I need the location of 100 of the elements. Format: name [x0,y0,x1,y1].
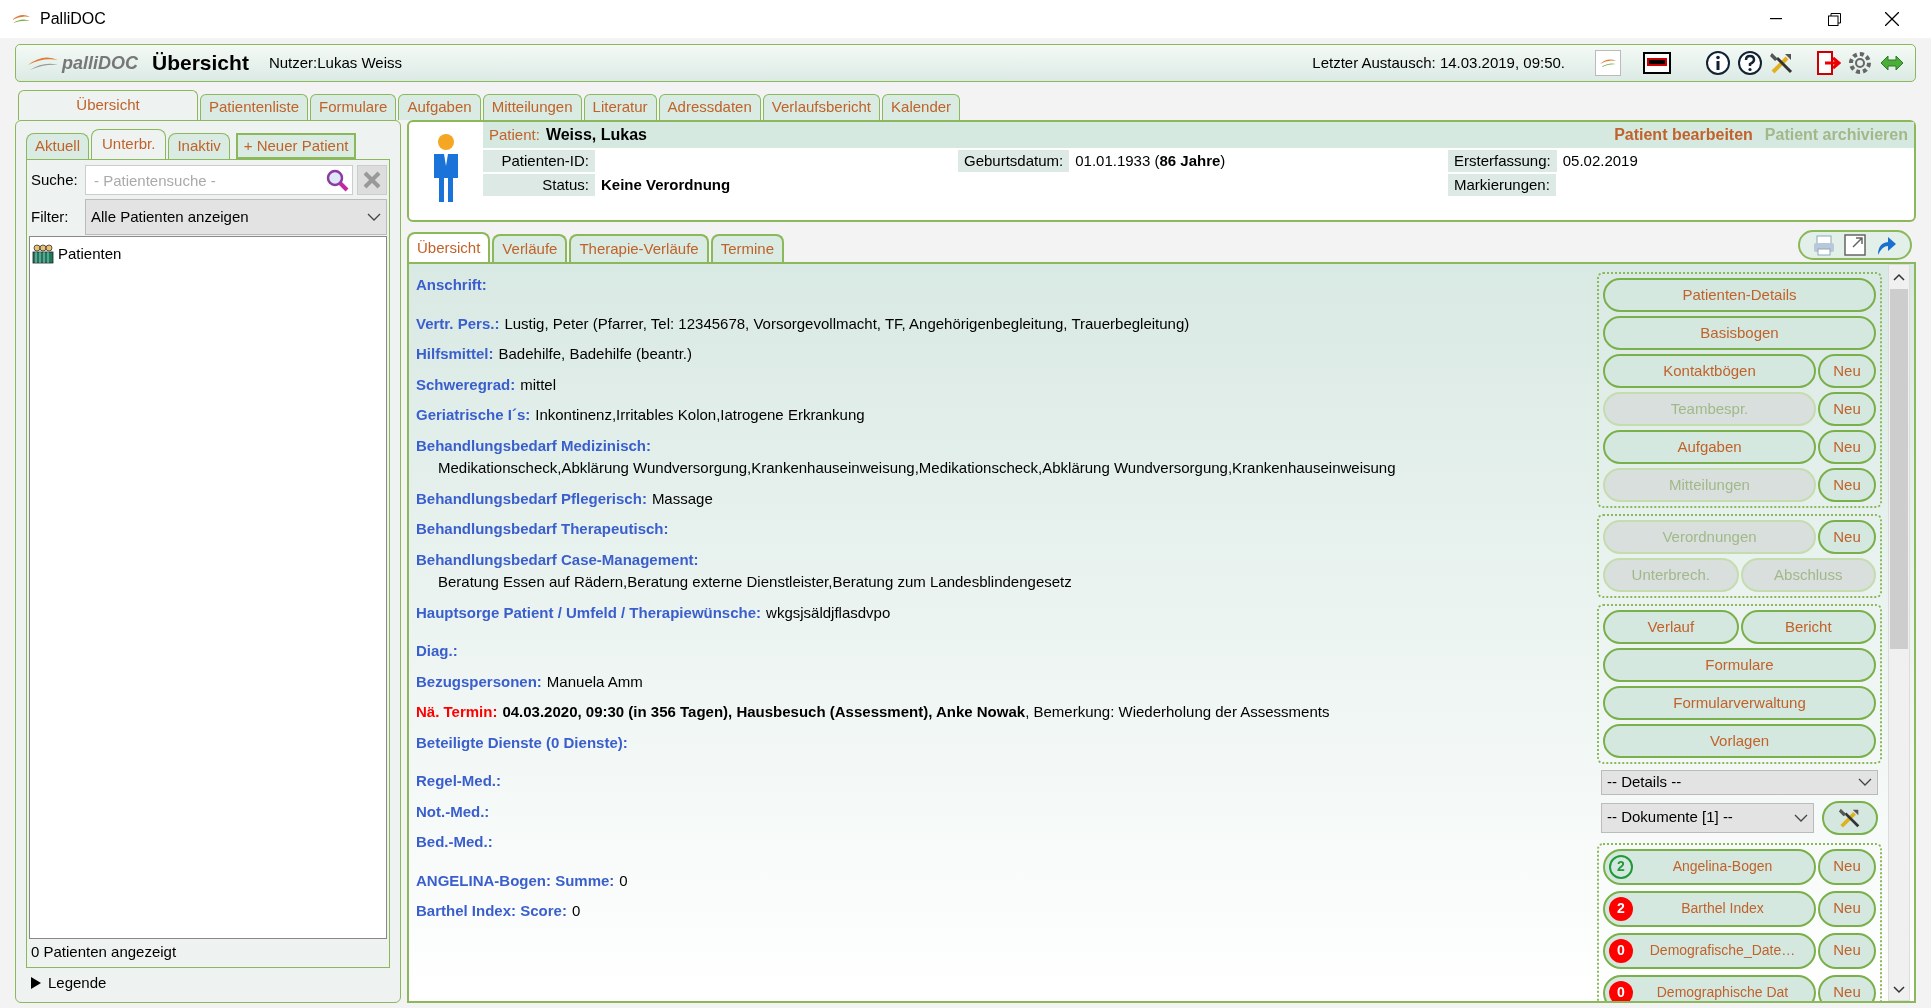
count-badge: 2 [1609,896,1633,921]
search-icon[interactable] [325,168,349,192]
field-value: Beratung Essen auf Rädern,Beratung externe Dienstleister,Beratung zum Landesblindengesetz [437,572,1073,592]
field-label: Nä. Termin: [416,702,498,722]
logout-icon[interactable] [1815,50,1841,76]
info-icon[interactable] [1705,50,1731,76]
patient-filter-tab[interactable]: Unterbr. [91,129,167,159]
filter-dropdown[interactable]: Alle Patienten anzeigen [85,199,387,235]
close-icon [1885,12,1899,26]
action-button[interactable]: Formularverwaltung [1603,686,1876,720]
field-label: Hauptsorge Patient / Umfeld / Therapiewünsche: [416,602,762,623]
patient-action-link[interactable]: Patient bearbeiten [1614,123,1753,147]
minimize-icon [1770,18,1782,20]
help-icon[interactable] [1737,50,1763,76]
count-badge: 0 [1609,938,1633,963]
field-value: Inkontinenz,Irritables Kolon,Iatrogene Erkrankung [535,405,865,425]
form-button[interactable]: 2 Barthel Index [1603,890,1816,927]
documents-dropdown[interactable]: -- Dokumente [1] -- [1601,802,1814,833]
field-value: Lustig, Peter (Pfarrer, Tel: 12345678, Vorsorgevollmacht, TF, Angehörigenbegleitung, Trauerbegleitung) [504,313,1190,334]
main-tab[interactable]: Literatur [583,94,657,120]
expand-icon[interactable] [1844,234,1866,256]
legend-toggle[interactable]: Legende [26,968,390,998]
patient-filter-tab[interactable]: Aktuell [26,133,90,159]
field-label: Schweregrad: [416,374,516,395]
field-label: ANGELINA-Bogen: Summe: [416,870,615,891]
field-label: Bed.-Med.: [416,832,493,852]
chevron-down-icon [1794,813,1808,822]
field-label: Markierungen: [1448,174,1556,196]
new-button[interactable]: Neu [1818,890,1876,927]
field-label: Geriatrische I´s: [416,405,531,425]
tools-button[interactable] [1822,800,1878,835]
field-label: Status: [483,174,595,196]
field-label: Ersterfassung: [1448,150,1557,172]
field-value: Manuela Amm [546,671,643,692]
form-button[interactable]: 0 Demographische Dat [1603,974,1816,1001]
main-tab[interactable]: Aufgaben [398,94,481,120]
action-button[interactable]: Neu [1818,468,1876,502]
action-button[interactable]: Neu [1818,392,1876,426]
form-button[interactable]: 2 Angelina-Bogen [1603,848,1816,885]
action-button[interactable]: Bericht [1740,610,1876,644]
tools-icon[interactable] [1769,50,1795,76]
field-label: Behandlungsbedarf Medizinisch: [416,435,653,456]
action-button[interactable]: Neu [1818,430,1876,464]
restore-icon [1827,12,1841,26]
field-label: Anschrift: [416,275,487,295]
scroll-down-icon[interactable] [1893,986,1905,994]
app-name: palliDOC [62,51,138,75]
action-button[interactable]: Kontaktbögen [1603,354,1816,388]
field-label: Geburtsdatum: [958,150,1070,172]
scroll-up-icon[interactable] [1893,273,1905,281]
people-group-icon [32,244,54,264]
filter-label: Filter: [30,206,70,227]
count-badge: 0 [1609,980,1633,1001]
action-button[interactable]: Vorlagen [1603,724,1876,758]
main-tab[interactable]: Übersicht [18,90,198,120]
clear-icon [363,171,381,189]
new-button[interactable]: Neu [1818,974,1876,1001]
action-button[interactable]: Neu [1818,354,1876,388]
patient-name: Weiss, Lukas [545,125,647,145]
field-value: 01.01.1933 (86 Jahre) [1075,150,1226,171]
field-value: mittel [520,374,557,395]
main-tab[interactable]: Verlaufsbericht [762,94,881,120]
action-button[interactable]: Aufgaben [1603,430,1816,464]
field-value: Medikationscheck,Abklärung Wundversorgung,Krankenhauseinweisung,Medikationscheck,Abklärung Wundversorgung,Krankenhauseinweisung [437,458,1397,478]
search-label: Suche: [30,169,79,190]
field-label: Vertr. Pers.: [416,313,500,334]
patient-filter-tab[interactable]: Inaktiv [168,133,230,159]
main-tab[interactable]: Kalender [882,94,961,120]
detail-tab[interactable]: Termine [710,234,784,262]
main-tab[interactable]: Mitteilungen [482,94,582,120]
field-label: Behandlungsbedarf Case-Management: [416,549,700,570]
action-button[interactable]: Basisbogen [1603,316,1876,350]
field-label: Bezugspersonen: [416,671,542,692]
window-title: PalliDOC [40,9,106,29]
search-field[interactable]: - Patientensuche - [85,165,353,195]
field-value: 0 [619,870,628,891]
detail-tab[interactable]: Übersicht [407,232,491,262]
new-button[interactable]: Neu [1818,932,1876,969]
main-tab[interactable]: Patientenliste [200,94,309,120]
new-button[interactable]: Neu [1818,848,1876,885]
field-label: Beteiligte Dienste (0 Dienste): [416,732,628,753]
field-value: 0 [571,901,581,921]
form-button[interactable]: 0 Demografische_Date… [1603,932,1816,969]
action-button[interactable]: Patienten-Details [1603,278,1876,312]
scrollbar-thumb[interactable] [1890,289,1908,649]
scrollbar[interactable] [1888,264,1910,1001]
new-patient-button[interactable]: + Neuer Patient [235,133,357,159]
main-tab[interactable]: Adressdaten [658,94,761,120]
gear-icon[interactable] [1847,50,1873,76]
tree-item[interactable]: Patienten [58,242,122,266]
field-label: Not.-Med.: [416,801,490,822]
action-button[interactable]: Formulare [1603,648,1876,682]
details-dropdown[interactable]: -- Details -- [1601,770,1878,795]
field-label: Behandlungsbedarf Therapeutisch: [416,519,669,539]
main-tab[interactable]: Formulare [310,94,397,120]
detail-tab[interactable]: Verläufe [492,234,568,262]
detail-tab[interactable]: Therapie-Verläufe [569,234,709,262]
field-label: Behandlungsbedarf Pflegerisch: [416,488,647,509]
action-button[interactable]: Neu [1818,520,1876,554]
action-button[interactable]: Verlauf [1603,610,1739,644]
